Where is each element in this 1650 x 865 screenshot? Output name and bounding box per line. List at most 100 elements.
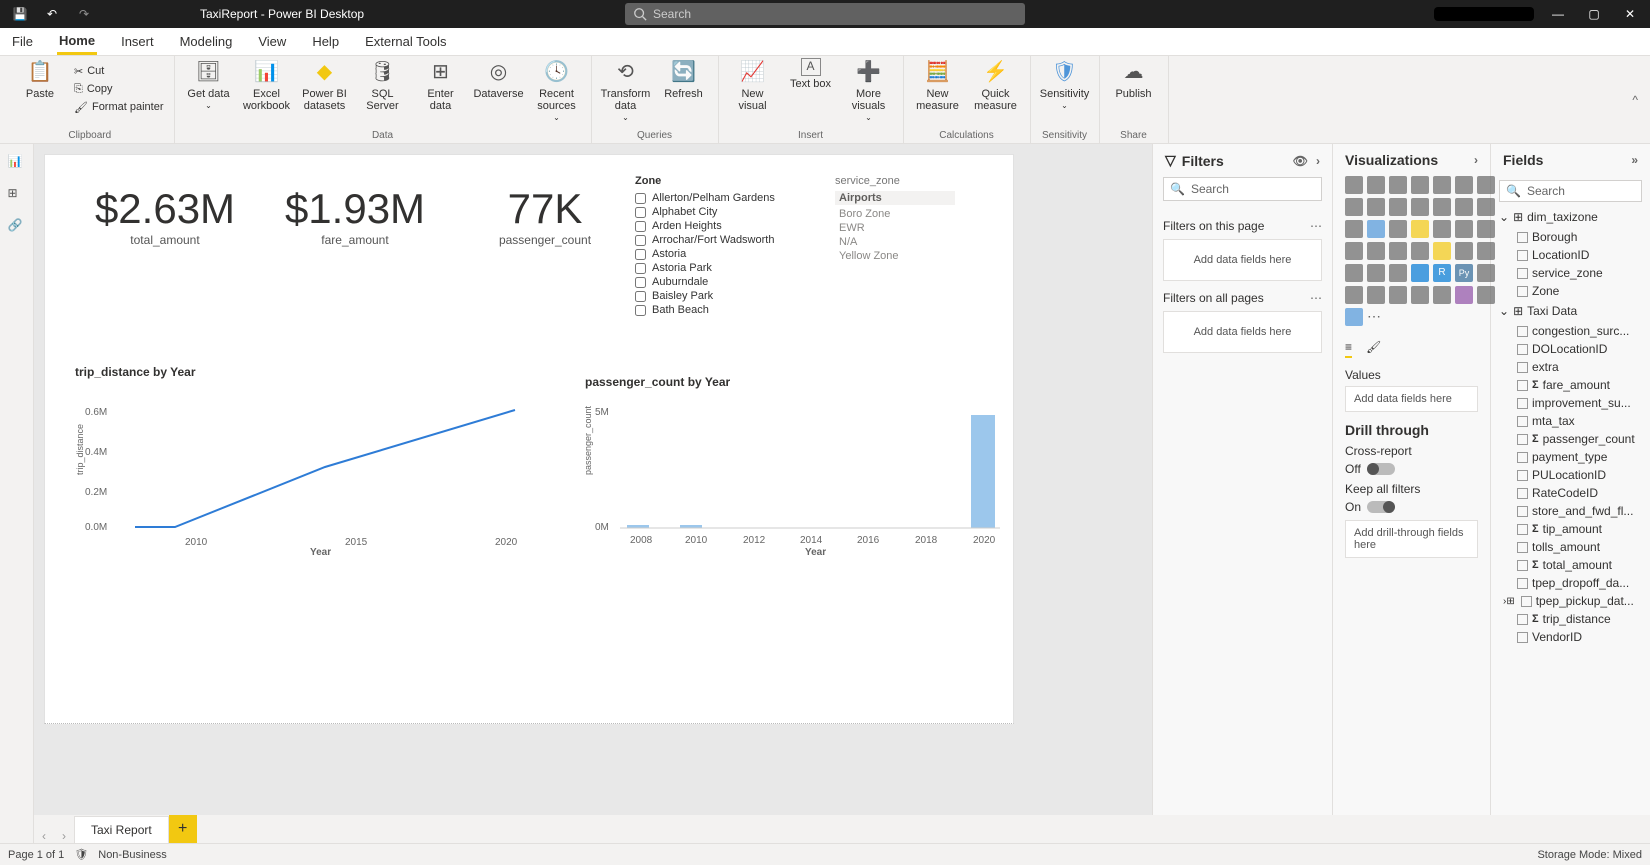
checkbox[interactable]: [635, 305, 646, 316]
field-item[interactable]: Σtrip_distance: [1497, 610, 1644, 628]
close-icon[interactable]: ✕: [1618, 7, 1642, 21]
slicer-zone[interactable]: Zone Allerton/Pelham GardensAlphabet Cit…: [635, 175, 805, 317]
slicer-item[interactable]: EWR: [835, 221, 955, 235]
checkbox[interactable]: [1517, 286, 1528, 297]
slicer-item[interactable]: Astoria Park: [635, 261, 805, 275]
slicer-item[interactable]: Yellow Zone: [835, 249, 955, 263]
prev-page-icon[interactable]: ‹: [34, 829, 54, 843]
save-icon[interactable]: 💾: [8, 7, 32, 21]
field-item[interactable]: VendorID: [1497, 628, 1644, 646]
slicer-item[interactable]: Bath Beach: [635, 303, 805, 317]
slicer-item[interactable]: N/A: [835, 235, 955, 249]
field-item[interactable]: Σfare_amount: [1497, 376, 1644, 394]
keep-filters-toggle[interactable]: [1367, 501, 1395, 513]
card-passenger-count[interactable]: 77K passenger_count: [465, 185, 625, 247]
enter-data-button[interactable]: ⊞Enter data: [417, 58, 465, 112]
next-page-icon[interactable]: ›: [54, 829, 74, 843]
checkbox[interactable]: [1517, 344, 1528, 355]
checkbox[interactable]: [635, 235, 646, 246]
checkbox[interactable]: [1517, 362, 1528, 373]
field-item[interactable]: Borough: [1497, 228, 1644, 246]
checkbox[interactable]: [635, 291, 646, 302]
field-item[interactable]: Σtotal_amount: [1497, 556, 1644, 574]
menu-insert[interactable]: Insert: [119, 30, 156, 53]
checkbox[interactable]: [1517, 560, 1528, 571]
global-search[interactable]: Search: [625, 3, 1025, 25]
slicer-item[interactable]: Arden Heights: [635, 219, 805, 233]
slicer-item[interactable]: Allerton/Pelham Gardens: [635, 191, 805, 205]
recent-sources-button[interactable]: 🕓Recent sources⌄: [533, 58, 581, 123]
drill-dropzone[interactable]: Add drill-through fields here: [1345, 520, 1478, 558]
cut-button[interactable]: ✂Cut: [74, 62, 164, 80]
text-box-button[interactable]: AText box: [787, 58, 835, 90]
field-item[interactable]: Σtip_amount: [1497, 520, 1644, 538]
field-item[interactable]: store_and_fwd_fl...: [1497, 502, 1644, 520]
chevron-right-icon[interactable]: »: [1631, 153, 1638, 167]
checkbox[interactable]: [635, 193, 646, 204]
chevron-right-icon[interactable]: ›: [1316, 154, 1320, 168]
checkbox[interactable]: [1517, 614, 1528, 625]
copy-button[interactable]: ⎘Copy: [74, 80, 164, 98]
checkbox[interactable]: [1517, 380, 1528, 391]
field-item[interactable]: improvement_su...: [1497, 394, 1644, 412]
data-view-icon[interactable]: ⊞: [8, 186, 26, 204]
dataverse-button[interactable]: ◎Dataverse: [475, 58, 523, 100]
checkbox[interactable]: [1517, 232, 1528, 243]
new-visual-button[interactable]: 📈New visual: [729, 58, 777, 112]
checkbox[interactable]: [1517, 542, 1528, 553]
field-item[interactable]: DOLocationID: [1497, 340, 1644, 358]
field-item[interactable]: PULocationID: [1497, 466, 1644, 484]
filters-search[interactable]: 🔍Search: [1163, 177, 1322, 201]
slicer-item[interactable]: Alphabet City: [635, 205, 805, 219]
model-view-icon[interactable]: 🔗: [8, 218, 26, 236]
pbi-datasets-button[interactable]: ◆Power BI datasets: [301, 58, 349, 112]
card-total-amount[interactable]: $2.63M total_amount: [75, 185, 255, 247]
values-dropzone[interactable]: Add data fields here: [1345, 386, 1478, 412]
minimize-icon[interactable]: —: [1546, 7, 1570, 21]
field-item[interactable]: RateCodeID: [1497, 484, 1644, 502]
collapse-ribbon-icon[interactable]: ^: [1626, 87, 1644, 113]
slicer-item[interactable]: Boro Zone: [835, 207, 955, 221]
checkbox[interactable]: [1517, 524, 1528, 535]
field-item[interactable]: service_zone: [1497, 264, 1644, 282]
table-header[interactable]: ⌄⊞Taxi Data: [1497, 300, 1644, 322]
redo-icon[interactable]: ↷: [72, 7, 96, 21]
checkbox[interactable]: [1517, 488, 1528, 499]
table-header[interactable]: ⌄⊞dim_taxizone: [1497, 206, 1644, 228]
checkbox[interactable]: [1521, 596, 1532, 607]
checkbox[interactable]: [635, 249, 646, 260]
field-item[interactable]: congestion_surc...: [1497, 322, 1644, 340]
quick-measure-button[interactable]: ⚡Quick measure: [972, 58, 1020, 112]
filters-page-dropzone[interactable]: Add data fields here: [1163, 239, 1322, 281]
checkbox[interactable]: [1517, 578, 1528, 589]
filters-all-dropzone[interactable]: Add data fields here: [1163, 311, 1322, 353]
report-canvas[interactable]: $2.63M total_amount $1.93M fare_amount 7…: [34, 144, 1152, 843]
more-visuals-button[interactable]: ➕More visuals⌄: [845, 58, 893, 123]
checkbox[interactable]: [635, 263, 646, 274]
more-icon[interactable]: ⋯: [1310, 219, 1322, 233]
eye-icon[interactable]: 👁: [1293, 154, 1308, 168]
menu-help[interactable]: Help: [310, 30, 341, 53]
menu-external-tools[interactable]: External Tools: [363, 30, 448, 53]
menu-home[interactable]: Home: [57, 29, 97, 55]
chevron-right-icon[interactable]: ›: [1474, 153, 1478, 167]
cross-report-toggle[interactable]: [1367, 463, 1395, 475]
checkbox[interactable]: [1517, 250, 1528, 261]
format-painter-button[interactable]: 🖌Format painter: [74, 98, 164, 116]
publish-button[interactable]: ☁Publish: [1110, 58, 1158, 100]
field-item[interactable]: Σpassenger_count: [1497, 430, 1644, 448]
slicer-item[interactable]: Baisley Park: [635, 289, 805, 303]
report-view-icon[interactable]: 📊: [8, 154, 26, 172]
fields-tab-icon[interactable]: ≡: [1345, 340, 1352, 358]
menu-file[interactable]: File: [10, 30, 35, 53]
field-item[interactable]: ›⊞tpep_pickup_dat...: [1497, 592, 1644, 610]
field-item[interactable]: payment_type: [1497, 448, 1644, 466]
maximize-icon[interactable]: ▢: [1582, 7, 1606, 21]
slicer-item[interactable]: Arrochar/Fort Wadsworth: [635, 233, 805, 247]
card-fare-amount[interactable]: $1.93M fare_amount: [265, 185, 445, 247]
add-page-button[interactable]: +: [169, 815, 197, 843]
checkbox[interactable]: [635, 221, 646, 232]
get-data-button[interactable]: 🗄Get data⌄: [185, 58, 233, 111]
slicer-item[interactable]: Astoria: [635, 247, 805, 261]
slicer-item[interactable]: Auburndale: [635, 275, 805, 289]
